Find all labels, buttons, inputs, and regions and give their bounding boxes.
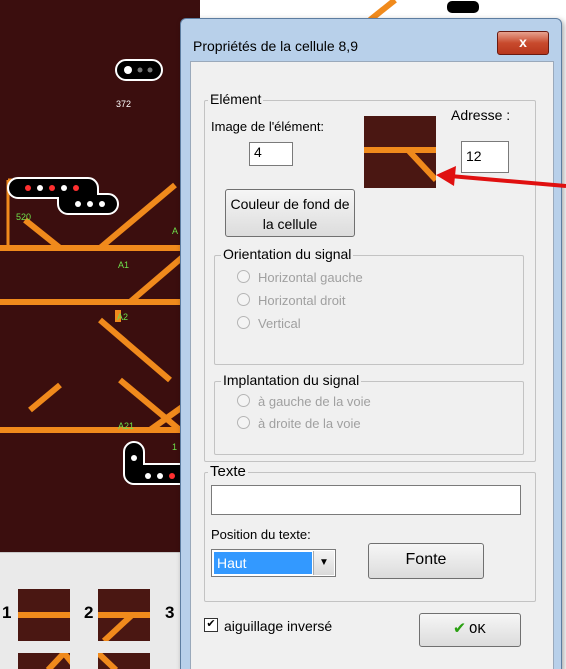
dialog-title: Propriétés de la cellule 8,9: [193, 38, 358, 54]
chevron-down-icon[interactable]: ▼: [313, 551, 334, 575]
track-drawing-top: [368, 0, 481, 20]
radio-icon: [237, 316, 250, 329]
element-palette: 1 2 3: [0, 552, 200, 669]
font-button[interactable]: Fonte: [368, 543, 484, 579]
signal-address-label: 520: [16, 212, 32, 222]
track-label: A: [172, 226, 179, 236]
text-group-legend: Texte: [208, 463, 248, 480]
palette-tile-straight[interactable]: [18, 589, 70, 641]
address-label: Adresse :: [451, 107, 511, 123]
signal-520[interactable]: [7, 177, 119, 215]
text-group: Texte Position du texte: Haut ▼ Fonte: [204, 463, 536, 602]
text-position-select[interactable]: Haut ▼: [211, 549, 336, 577]
implantation-legend: Implantation du signal: [221, 372, 362, 388]
track-label: 1: [172, 442, 178, 452]
radio-left-of-track[interactable]: à gauche de la voie: [237, 394, 371, 409]
image-label: Image de l'élément:: [211, 119, 325, 134]
close-icon: x: [519, 34, 527, 50]
ok-button[interactable]: ✔ OK: [419, 613, 521, 647]
rail-diagonal-3: [23, 217, 62, 251]
orientation-group: Orientation du signal Horizontal gauche …: [214, 246, 524, 365]
radio-icon: [237, 394, 250, 407]
implantation-group: Implantation du signal à gauche de la vo…: [214, 372, 524, 455]
track-label: A1: [118, 260, 130, 270]
radio-right-of-track[interactable]: à droite de la voie: [237, 416, 361, 431]
palette-number: 1: [2, 603, 12, 622]
inverted-switch-checkbox[interactable]: ✔: [204, 618, 218, 632]
element-group-legend: Elément: [208, 91, 264, 107]
rail-diagonal-5: [28, 382, 62, 413]
palette-tile[interactable]: [95, 650, 150, 669]
radio-horizontal-right[interactable]: Horizontal droit: [237, 293, 345, 308]
ok-label: OK: [469, 622, 486, 638]
radio-icon: [237, 416, 250, 429]
track-drawing: [0, 59, 200, 485]
signal-address-label: 372: [116, 99, 132, 109]
image-number-input[interactable]: 4: [249, 142, 293, 166]
track-label: A2: [117, 312, 129, 322]
palette-tile[interactable]: [18, 650, 81, 669]
signal-372[interactable]: [115, 59, 163, 81]
cell-properties-dialog: Propriétés de la cellule 8,9 x Elément I…: [180, 18, 562, 669]
address-input[interactable]: 12: [461, 141, 509, 173]
radio-vertical[interactable]: Vertical: [237, 316, 301, 331]
cell-background-color-button[interactable]: Couleur de fond de la cellule: [225, 189, 355, 237]
palette-number: 3: [165, 603, 175, 622]
element-preview: [364, 116, 439, 188]
element-group: Elément Image de l'élément: 4 Adresse : …: [204, 91, 536, 462]
radio-label: Vertical: [258, 316, 301, 331]
dialog-body: Elément Image de l'élément: 4 Adresse : …: [190, 61, 554, 669]
rail-diagonal-4: [98, 317, 172, 383]
checkmark-icon: ✔: [206, 618, 216, 630]
radio-label: Horizontal droit: [258, 293, 346, 308]
checkmark-icon: ✔: [454, 619, 466, 639]
text-position-value: Haut: [214, 552, 312, 574]
radio-icon: [237, 270, 250, 283]
radio-label: Horizontal gauche: [258, 270, 363, 285]
palette-tile-switch[interactable]: [98, 589, 150, 644]
radio-horizontal-left[interactable]: Horizontal gauche: [237, 270, 363, 285]
text-position-label: Position du texte:: [211, 527, 311, 542]
inverted-switch-label: aiguillage inversé: [224, 618, 333, 634]
screenshot: 372 520 A1 A2 A21 A 1 1 2 3 Propriétés d…: [0, 0, 566, 669]
orientation-legend: Orientation du signal: [221, 246, 354, 262]
radio-label: à droite de la voie: [258, 416, 361, 431]
radio-label: à gauche de la voie: [258, 394, 371, 409]
close-button[interactable]: x: [497, 31, 549, 55]
track-label: A21: [118, 421, 135, 431]
palette-number: 2: [84, 603, 94, 622]
rail-diagonal-2: [128, 252, 187, 305]
text-input[interactable]: [211, 485, 521, 515]
radio-icon: [237, 293, 250, 306]
track-layout-canvas[interactable]: 372 520 A1 A2 A21 A 1: [0, 0, 200, 552]
